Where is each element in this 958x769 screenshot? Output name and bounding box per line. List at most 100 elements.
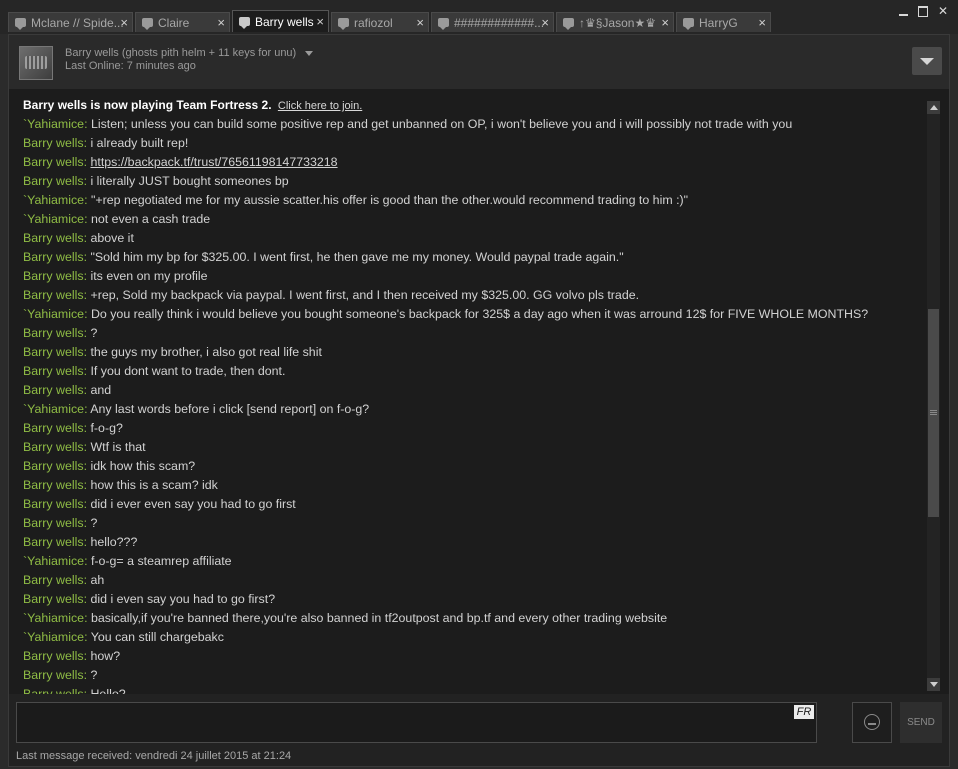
tab-label: rafiozol <box>354 16 393 30</box>
chat-message: Barry wells: If you dont want to trade, … <box>23 364 286 378</box>
message-text: hello??? <box>90 535 138 549</box>
language-badge: FR <box>794 705 814 719</box>
chat-message: Barry wells: i already built rep! <box>23 136 189 150</box>
chat-message: Barry wells: ? <box>23 516 98 530</box>
tab-6[interactable]: ↑♛§Jason★♛ × <box>556 12 674 32</box>
chat-message: `Yahiamice: Any last words before i clic… <box>23 402 370 416</box>
scroll-up-icon[interactable] <box>927 101 940 114</box>
chat-message: Barry wells: idk how this scam? <box>23 459 196 473</box>
message-text: how? <box>90 649 121 663</box>
tab-close-icon[interactable]: × <box>416 13 424 32</box>
message-text: "Sold him my bp for $325.00. I went firs… <box>90 250 624 264</box>
chat-message: Barry wells: i literally JUST bought som… <box>23 174 289 188</box>
chat-messages: Barry wells is now playing Team Fortress… <box>23 96 918 694</box>
chat-message: Barry wells: ? <box>23 326 98 340</box>
message-sender: `Yahiamice <box>23 630 85 644</box>
avatar[interactable] <box>19 46 53 80</box>
chat-message: `Yahiamice: "+rep negotiated me for my a… <box>23 193 689 207</box>
chat-message: Barry wells: did i even say you had to g… <box>23 592 276 606</box>
chat-message: Barry wells: the guys my brother, i also… <box>23 345 322 359</box>
tab-close-icon[interactable]: × <box>541 13 549 32</box>
tab-7[interactable]: HarryG × <box>676 12 771 32</box>
message-text: how this is a scam? idk <box>90 478 218 492</box>
message-sender: Barry wells <box>23 421 84 435</box>
tab-close-icon[interactable]: × <box>661 13 669 32</box>
chat-message: Barry wells: and <box>23 383 112 397</box>
message-text: "+rep negotiated me for my aussie scatte… <box>90 193 689 207</box>
chat-message: Barry wells: how? <box>23 649 121 663</box>
message-text: ? <box>90 516 98 530</box>
message-text: the guys my brother, i also got real lif… <box>90 345 322 359</box>
chat-scrollbar[interactable] <box>927 101 940 691</box>
message-sender: `Yahiamice <box>23 193 85 207</box>
chat-message: Barry wells: ? <box>23 668 98 682</box>
close-icon[interactable]: ✕ <box>936 4 950 18</box>
friend-header: Barry wells (ghosts pith helm + 11 keys … <box>9 35 949 89</box>
message-text: Listen; unless you can build some positi… <box>90 117 793 131</box>
chat-message: Barry wells: "Sold him my bp for $325.00… <box>23 250 624 264</box>
window-controls: ✕ <box>896 4 950 18</box>
message-text: above it <box>90 231 134 245</box>
chat-message: `Yahiamice: Do you really think i would … <box>23 307 869 321</box>
chat-message: Barry wells: did i ever even say you had… <box>23 497 296 511</box>
join-game-link[interactable]: Click here to join. <box>278 100 362 112</box>
message-sender: `Yahiamice <box>23 611 85 625</box>
friend-nickname: (ghosts pith helm + 11 keys for unu) <box>121 47 297 59</box>
minimize-icon[interactable] <box>896 4 910 18</box>
message-sender: Barry wells <box>23 288 84 302</box>
chat-bubble-icon <box>15 18 26 30</box>
message-text: Any last words before i click [send repo… <box>90 402 370 416</box>
tab-bar: Mclane // Spide... × Claire × Barry wells × ra… <box>0 0 958 34</box>
friend-name: Barry wells <box>65 47 119 59</box>
message-text: i already built rep! <box>90 136 189 150</box>
message-sender: `Yahiamice <box>23 307 85 321</box>
last-online: Last Online: 7 minutes ago <box>65 60 196 72</box>
message-text: ? <box>90 326 98 340</box>
message-sender: Barry wells <box>23 592 84 606</box>
message-sender: Barry wells <box>23 478 84 492</box>
tab-close-icon[interactable]: × <box>316 11 324 32</box>
message-sender: Barry wells <box>23 345 84 359</box>
chat-message: Barry wells: +rep, Sold my backpack via … <box>23 288 640 302</box>
tab-close-icon[interactable]: × <box>758 13 766 32</box>
last-message-status: Last message received: vendredi 24 juill… <box>16 750 292 762</box>
message-sender: Barry wells <box>23 364 84 378</box>
message-text: idk how this scam? <box>90 459 196 473</box>
chat-message: Barry wells: how this is a scam? idk <box>23 478 218 492</box>
message-sender: Barry wells <box>23 649 84 663</box>
clipped-message: · · · · <box>23 89 83 91</box>
chat-log: · · · · Barry wells is now playing Team … <box>9 89 949 694</box>
chat-bubble-icon <box>563 18 574 30</box>
tab-close-icon[interactable]: × <box>217 13 225 32</box>
tab-4[interactable]: rafiozol × <box>331 12 429 32</box>
chat-menu-button[interactable] <box>912 47 942 75</box>
tab-2[interactable]: Claire × <box>135 12 230 32</box>
chat-bubble-icon <box>438 18 449 30</box>
message-text: +rep, Sold my backpack via paypal. I wen… <box>90 288 640 302</box>
tab-3[interactable]: Barry wells × <box>232 10 329 32</box>
message-sender: Barry wells <box>23 326 84 340</box>
maximize-icon[interactable] <box>916 4 930 18</box>
message-link[interactable]: https://backpack.tf/trust/76561198147733… <box>90 155 337 169</box>
tab-5[interactable]: ############... × <box>431 12 554 32</box>
message-input[interactable]: FR <box>16 702 817 743</box>
system-message-text: Barry wells is now playing Team Fortress… <box>23 98 272 112</box>
chat-message: Barry wells: Hello? <box>23 685 918 694</box>
send-button[interactable]: SEND <box>900 702 942 743</box>
message-sender: Barry wells <box>23 573 84 587</box>
chat-message: Barry wells: ah <box>23 573 105 587</box>
emoticon-button[interactable] <box>852 702 892 743</box>
friend-name-line[interactable]: Barry wells (ghosts pith helm + 11 keys … <box>65 47 314 59</box>
message-text: https://backpack.tf/trust/76561198147733… <box>90 155 337 169</box>
chat-bubble-icon <box>142 18 153 30</box>
chat-message: Barry wells: f-o-g? <box>23 421 123 435</box>
tab-close-icon[interactable]: × <box>120 13 128 32</box>
scroll-down-icon[interactable] <box>927 678 940 691</box>
tab-1[interactable]: Mclane // Spide... × <box>8 12 133 32</box>
scroll-thumb[interactable] <box>928 309 939 517</box>
message-sender: Barry wells <box>23 136 84 150</box>
message-sender: Barry wells <box>23 668 84 682</box>
message-text: did i even say you had to go first? <box>90 592 276 606</box>
message-sender: Barry wells <box>23 383 84 397</box>
chevron-down-icon[interactable] <box>305 50 314 56</box>
